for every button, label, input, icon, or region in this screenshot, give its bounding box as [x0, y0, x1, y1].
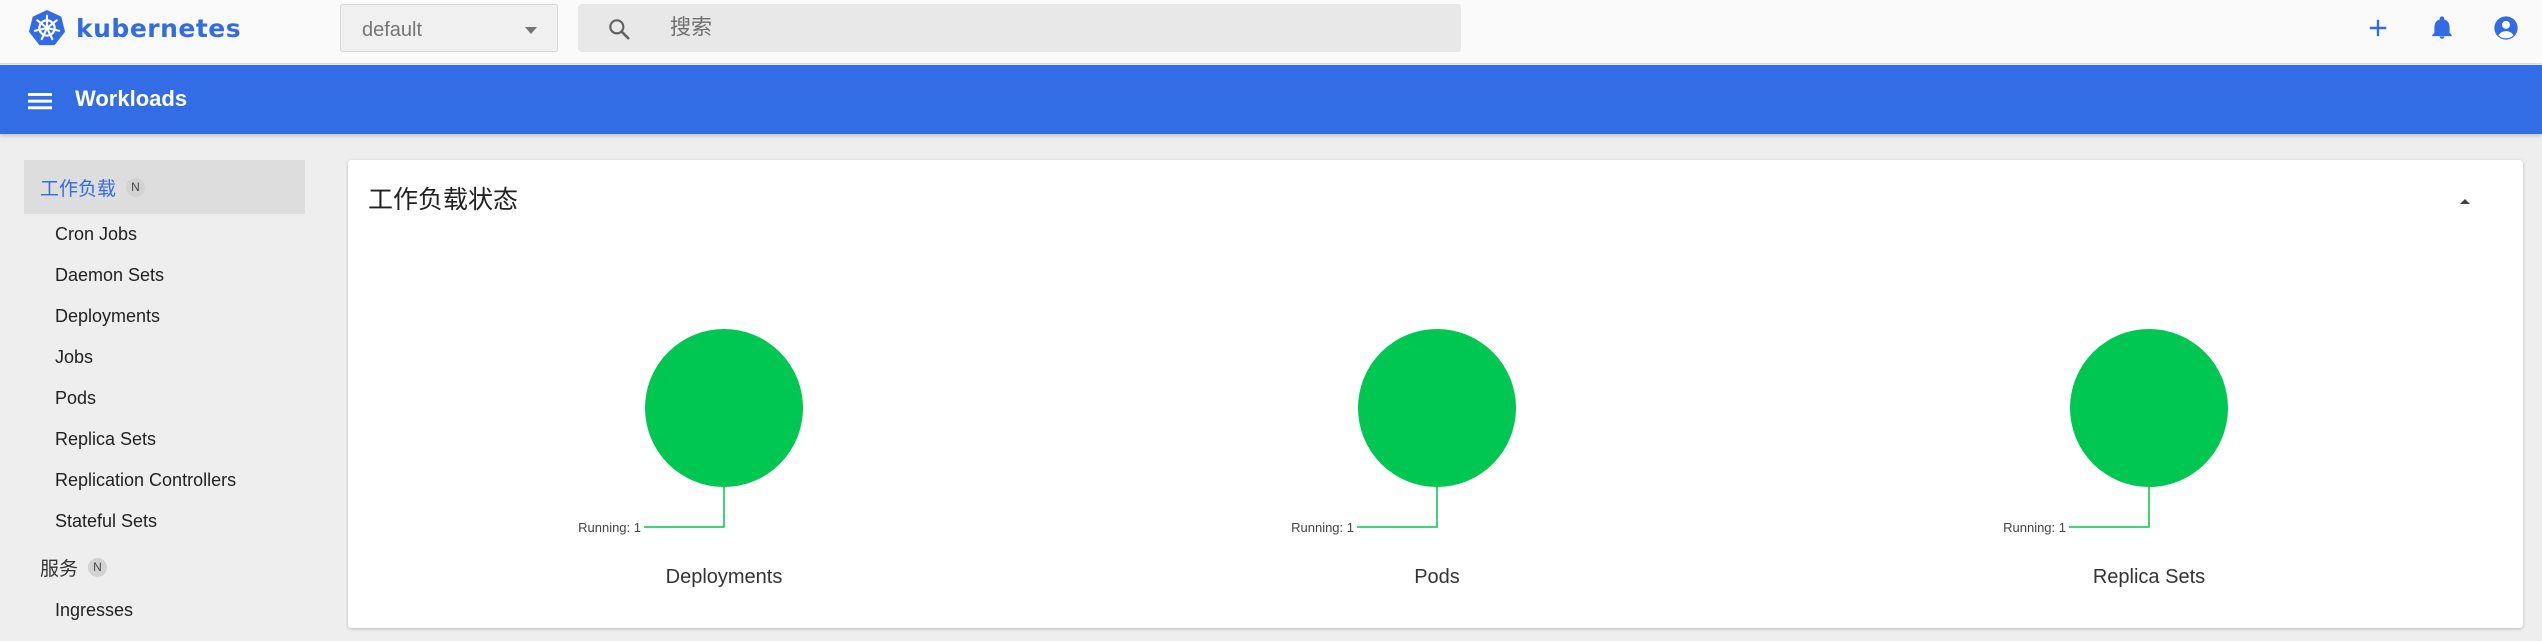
sidebar-category-workloads[interactable]: 工作负载 N: [24, 160, 305, 214]
namespaced-badge: N: [126, 177, 146, 197]
page-toolbar: Workloads: [0, 65, 2542, 134]
running-count-label: Running: 1: [578, 520, 641, 535]
chart-label: Pods: [1414, 566, 1460, 588]
kubernetes-logo-icon: [28, 9, 66, 46]
running-slice: [645, 329, 803, 487]
sidebar-item-daemon-sets[interactable]: Daemon Sets: [24, 255, 305, 296]
sidebar-item-cron-jobs[interactable]: Cron Jobs: [24, 214, 305, 255]
sidebar-item-replica-sets[interactable]: Replica Sets: [24, 419, 305, 460]
search-input[interactable]: [670, 12, 1430, 44]
top-bar: kubernetes default: [0, 0, 2542, 64]
sidebar-category-services[interactable]: 服务 N: [24, 544, 305, 590]
namespaced-badge: N: [88, 557, 108, 577]
create-button[interactable]: [2362, 12, 2394, 44]
pods-donut: Running: 1: [1291, 329, 1516, 535]
bell-icon: [2432, 16, 2452, 39]
chart-label: Replica Sets: [2092, 566, 2206, 588]
running-leader-line: [2069, 487, 2150, 528]
deployments-status-chart: Running: 1 Deployments: [514, 160, 934, 628]
running-slice: [1358, 329, 1516, 487]
replica-sets-donut: Running: 1: [2003, 329, 2228, 535]
workload-status-card: 工作负载状态 Running: 1 Deployments Running: 1…: [348, 160, 2523, 628]
brand-name: kubernetes: [76, 13, 242, 43]
page-title: Workloads: [75, 86, 188, 111]
collapse-button[interactable]: [2451, 188, 2479, 216]
brand[interactable]: kubernetes: [28, 8, 241, 48]
namespace-select[interactable]: default: [340, 4, 558, 52]
sidebar-category-label: 工作负载: [40, 178, 117, 200]
sidebar-category-label: 服务: [40, 558, 79, 580]
namespace-value: default: [362, 19, 423, 41]
running-count-label: Running: 1: [1291, 520, 1354, 535]
running-slice: [2070, 329, 2228, 487]
plus-icon: [2369, 19, 2387, 37]
sidebar-item-stateful-sets[interactable]: Stateful Sets: [24, 501, 305, 542]
pods-status-chart: Running: 1 Pods: [1227, 160, 1647, 628]
sidebar-item-deployments[interactable]: Deployments: [24, 296, 305, 337]
running-leader-line: [644, 487, 725, 528]
sidebar-nav: 工作负载 N Cron Jobs Daemon Sets Deployments…: [24, 160, 305, 631]
replica-sets-status-chart: Running: 1 Replica Sets: [1939, 160, 2359, 628]
card-title: 工作负载状态: [368, 186, 519, 214]
sidebar-item-replication-controllers[interactable]: Replication Controllers: [24, 460, 305, 501]
running-count-label: Running: 1: [2003, 520, 2066, 535]
chart-label: Deployments: [665, 566, 783, 588]
notifications-button[interactable]: [2426, 12, 2458, 44]
search-icon[interactable]: [606, 16, 632, 42]
sidebar-item-jobs[interactable]: Jobs: [24, 337, 305, 378]
sidebar-item-ingresses[interactable]: Ingresses: [24, 590, 305, 631]
account-circle-icon: [2494, 16, 2518, 40]
sidebar-item-pods[interactable]: Pods: [24, 378, 305, 419]
chevron-down-icon: [525, 27, 537, 34]
menu-icon[interactable]: [24, 85, 56, 117]
account-button[interactable]: [2490, 12, 2522, 44]
search-bar: [578, 4, 1461, 52]
deployments-donut: Running: 1: [578, 329, 803, 535]
chevron-up-icon: [2460, 199, 2470, 204]
running-leader-line: [1357, 487, 1438, 528]
